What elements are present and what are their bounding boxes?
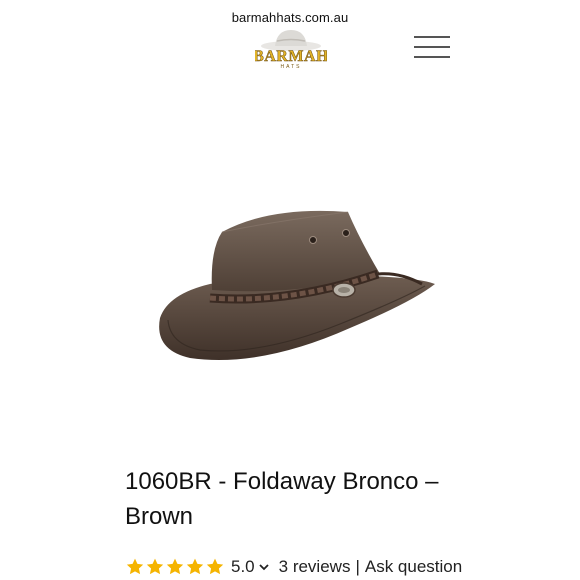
hamburger-menu-icon[interactable]: [414, 36, 450, 58]
ask-question-link[interactable]: Ask question: [365, 557, 462, 577]
product-image[interactable]: [150, 200, 440, 370]
svg-text:HATS: HATS: [281, 64, 302, 70]
separator: |: [355, 557, 360, 576]
rating-score: 5.0: [231, 557, 255, 576]
reviews-link[interactable]: 3 reviews: [279, 557, 351, 577]
rating-stars[interactable]: [125, 557, 225, 577]
chevron-down-icon[interactable]: [258, 561, 270, 573]
star-icon: [166, 558, 184, 575]
svg-text:BARMAH: BARMAH: [255, 48, 327, 65]
rating-row: 5.0 3 reviews | Ask question: [125, 554, 462, 580]
barmah-logo[interactable]: BARMAH HATS: [255, 26, 327, 70]
product-title: 1060BR - Foldaway Bronco – Brown: [125, 468, 439, 530]
browser-url-bar[interactable]: barmahhats.com.au: [0, 10, 580, 25]
star-icon: [186, 558, 204, 575]
star-icon: [146, 558, 164, 575]
star-icon: [126, 558, 144, 575]
star-icon: [206, 558, 224, 575]
